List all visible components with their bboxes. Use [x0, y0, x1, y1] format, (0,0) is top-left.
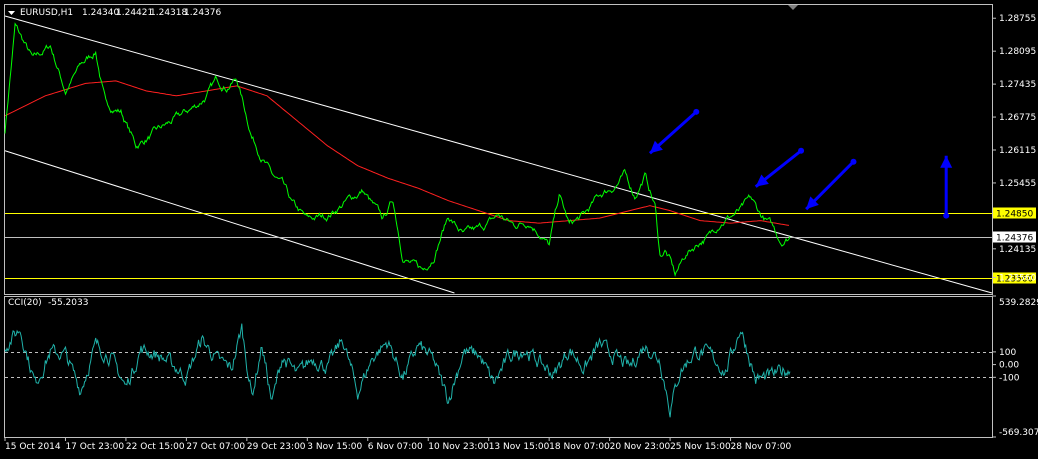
price-tick-label-6: 1.24135	[999, 245, 1036, 255]
ohlc-low: 1.24318	[150, 8, 187, 18]
time-tick-label-3: 27 Oct 07:00	[186, 442, 245, 452]
time-tick-label-4: 29 Oct 23:00	[247, 442, 306, 452]
price-tick-label-2: 1.27435	[999, 80, 1036, 90]
cci-label: CCI(20)	[8, 298, 42, 308]
time-tick-label-8: 13 Nov 15:00	[489, 442, 550, 452]
time-tick-label-7: 10 Nov 23:00	[428, 442, 489, 452]
level-label-0: 1.24850	[996, 210, 1033, 220]
cci-value: -55.2033	[48, 298, 88, 308]
level-label-1: 1.24376	[996, 234, 1033, 244]
price-tick-label-7: 1.23560	[999, 274, 1036, 284]
chart-root: 1.24850 1.24376 1.23560 1.28755 1.28095 1.27…	[0, 0, 1038, 456]
symbol-label: EURUSD,H1	[20, 8, 73, 18]
cci-tick-label-3: -100	[999, 373, 1020, 383]
arrow-tail-dot	[798, 147, 805, 154]
price-tick-label-3: 1.26775	[999, 113, 1036, 123]
cci-tick-label-2: 0.00	[999, 361, 1019, 371]
time-tick-label-6: 6 Nov 07:00	[368, 442, 423, 452]
cci-tick-label-0: 539.2829	[999, 298, 1038, 308]
time-tick-label-12: 28 Nov 07:00	[731, 442, 792, 452]
ohlc-open: 1.24340	[82, 8, 119, 18]
time-tick-label-10: 20 Nov 23:00	[610, 442, 671, 452]
time-tick-label-9: 18 Nov 07:00	[549, 442, 610, 452]
arrow-tail-dot	[850, 158, 857, 165]
price-tick-label-4: 1.26115	[999, 146, 1036, 156]
price-tick-label-5: 1.25455	[999, 179, 1036, 189]
time-tick-label-0: 15 Oct 2014	[5, 442, 61, 452]
ohlc-high: 1.24421	[116, 8, 153, 18]
ohlc-close: 1.24376	[184, 8, 221, 18]
chart-svg: 1.24850 1.24376 1.23560 1.28755 1.28095 1.27…	[0, 0, 1038, 456]
time-tick-label-1: 17 Oct 23:00	[65, 442, 124, 452]
time-tick-label-2: 22 Oct 15:00	[126, 442, 185, 452]
cci-tick-label-4: -569.3071	[999, 428, 1038, 438]
price-tick-label-0: 1.28755	[999, 14, 1036, 24]
time-tick-label-11: 25 Nov 15:00	[670, 442, 731, 452]
arrow-tail-dot	[693, 108, 700, 115]
price-tick-label-1: 1.28095	[999, 47, 1036, 57]
arrow-tail-dot	[943, 212, 950, 219]
chart-background	[0, 0, 1038, 456]
cci-tick-label-1: 100	[999, 348, 1016, 358]
time-tick-label-5: 3 Nov 15:00	[307, 442, 362, 452]
